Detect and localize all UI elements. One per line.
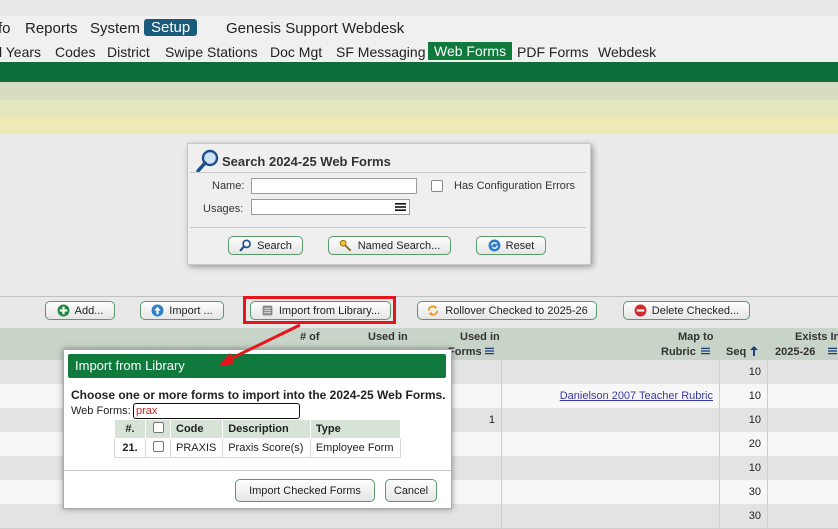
exists-cell [767,504,838,528]
seq-cell: 30 [719,504,767,528]
annotation-arrow [218,323,301,366]
rubric-cell [501,504,719,528]
